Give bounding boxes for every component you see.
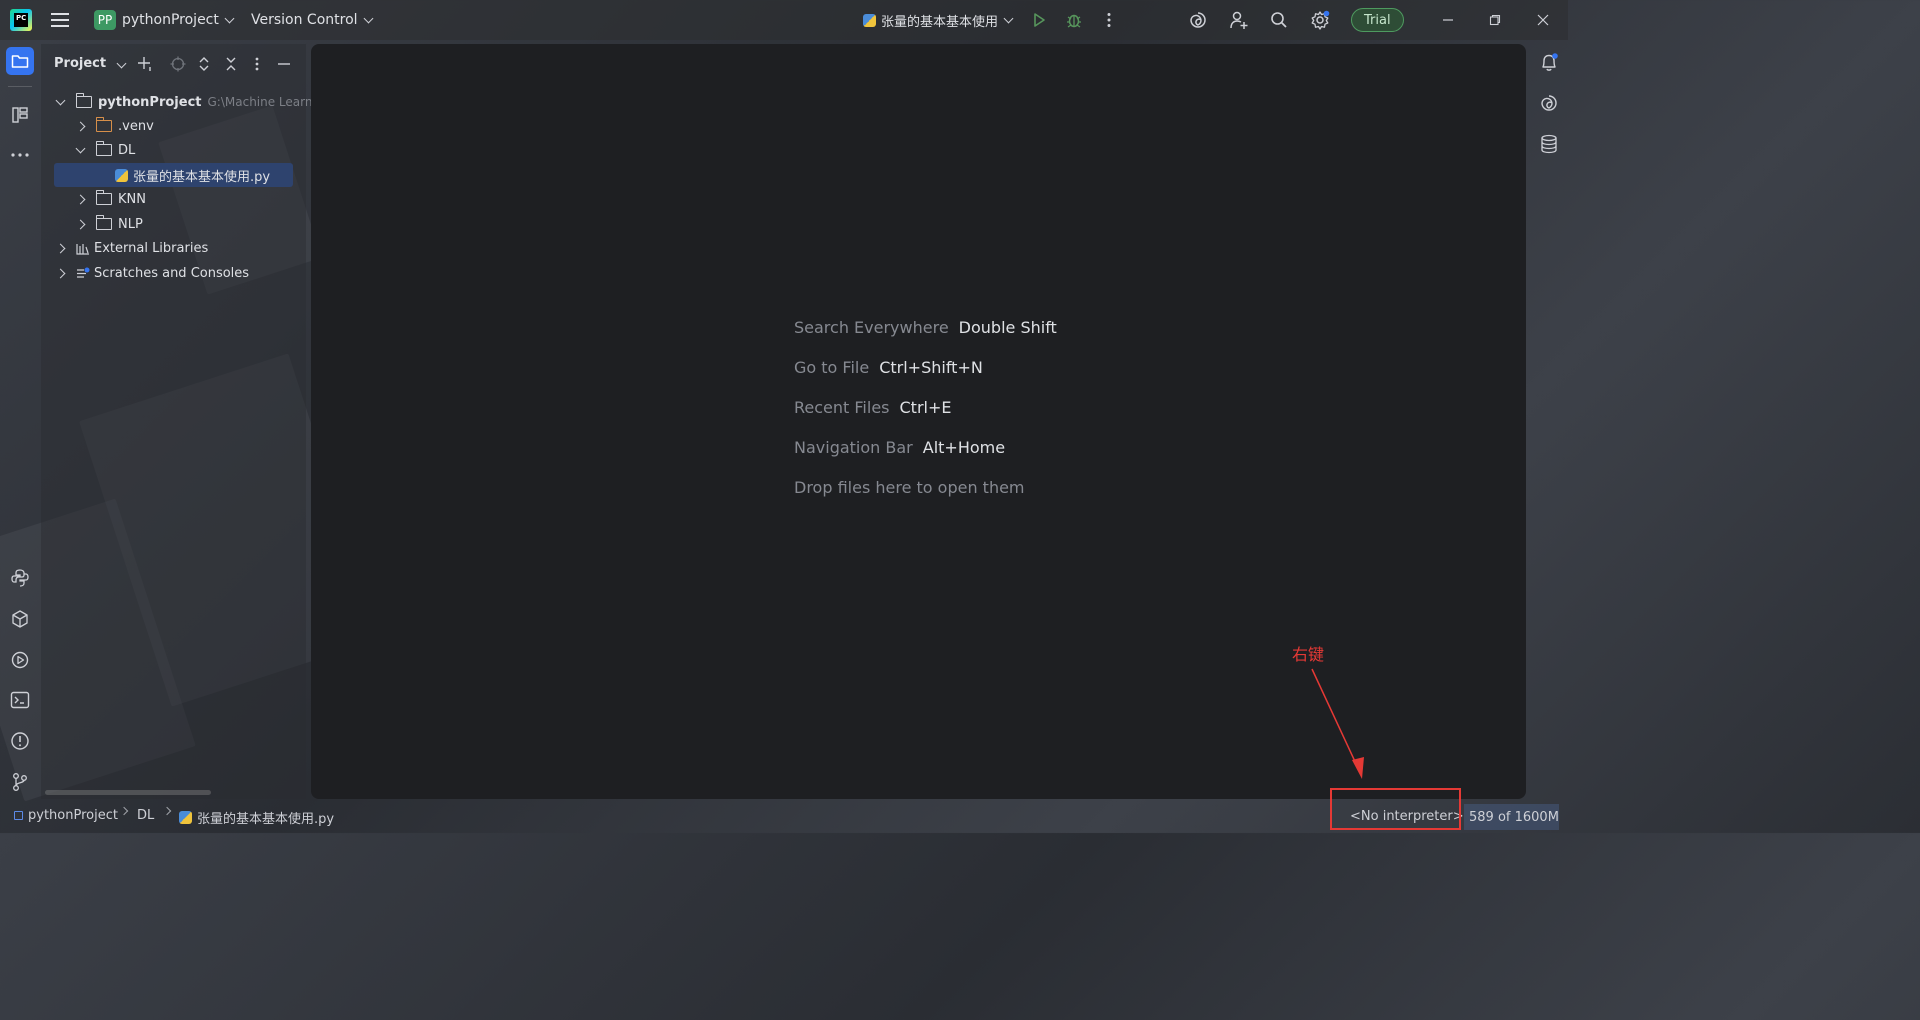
annotation-highlight-box [1330,788,1461,830]
annotation-arrow [1311,668,1364,779]
